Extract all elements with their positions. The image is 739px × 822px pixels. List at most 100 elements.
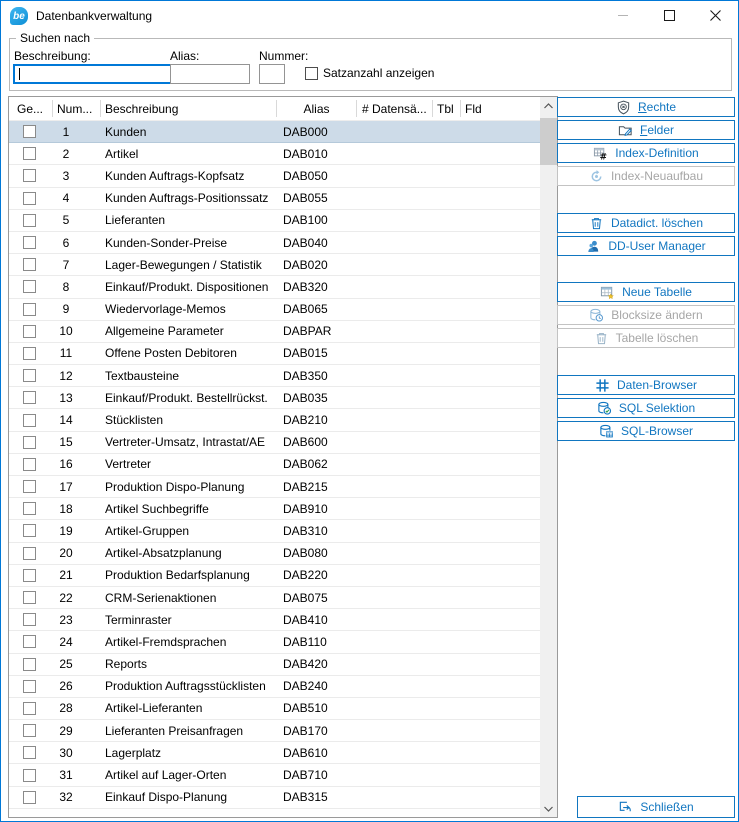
row-checkbox[interactable] [23,125,36,138]
row-checkbox[interactable] [23,391,36,404]
maximize-button[interactable] [646,1,692,30]
table-row[interactable]: 26Produktion AuftragsstücklistenDAB240 [9,676,540,698]
beschreibung-input[interactable] [13,64,172,84]
datadict-loeschen-button[interactable]: Datadict. löschen [557,213,735,233]
row-checkbox[interactable] [23,458,36,471]
column-header-beschreibung[interactable]: Beschreibung [101,100,277,117]
column-header-fld[interactable]: Fld [461,100,491,117]
row-checkbox[interactable] [23,680,36,693]
column-header-gewaehlt[interactable]: Ge... [9,100,53,117]
row-checkbox[interactable] [23,569,36,582]
row-checkbox[interactable] [23,635,36,648]
table-row[interactable]: 10Allgemeine ParameterDABPAR [9,321,540,343]
table-row[interactable]: 2ArtikelDAB010 [9,143,540,165]
row-beschreibung: Einkauf/Produkt. Dispositionen [101,280,277,294]
table-row[interactable]: 3Kunden Auftrags-KopfsatzDAB050 [9,165,540,187]
scroll-up-button[interactable] [540,97,557,114]
row-checkbox[interactable] [23,214,36,227]
row-checkbox[interactable] [23,547,36,560]
table-row[interactable]: 17Produktion Dispo-PlanungDAB215 [9,476,540,498]
sql-browser-button[interactable]: SQL-Browser [557,421,735,441]
folder-edit-icon [618,123,633,138]
table-row[interactable]: 12TextbausteineDAB350 [9,365,540,387]
row-checkbox[interactable] [23,369,36,382]
table-row[interactable]: 20Artikel-AbsatzplanungDAB080 [9,543,540,565]
scrollbar-thumb[interactable] [540,118,557,165]
row-checkbox[interactable] [23,480,36,493]
column-header-alias[interactable]: Alias [277,100,357,117]
close-button[interactable] [692,1,738,30]
table-row[interactable]: 11Offene Posten DebitorenDAB015 [9,343,540,365]
table-row[interactable]: 14StücklistenDAB210 [9,409,540,431]
table-row[interactable]: 25ReportsDAB420 [9,654,540,676]
row-checkbox[interactable] [23,192,36,205]
row-checkbox[interactable] [23,436,36,449]
table-row[interactable]: 28Artikel-LieferantenDAB510 [9,698,540,720]
sql-selektion-button[interactable]: SQL Selektion [557,398,735,418]
index-definition-button[interactable]: #Index-Definition [557,143,735,163]
row-checkbox[interactable] [23,147,36,160]
table-row[interactable]: 24Artikel-FremdsprachenDAB110 [9,631,540,653]
table-row[interactable]: 19Artikel-GruppenDAB310 [9,520,540,542]
row-checkbox[interactable] [23,347,36,360]
alias-input[interactable] [170,64,250,84]
row-checkbox[interactable] [23,280,36,293]
table-row[interactable]: 1KundenDAB000 [9,121,540,143]
row-number: 17 [53,480,101,494]
row-number: 19 [53,524,101,538]
table-row[interactable]: 5LieferantenDAB100 [9,210,540,232]
row-checkbox[interactable] [23,169,36,182]
schliessen-button[interactable]: Schließen [577,796,735,818]
row-checkbox[interactable] [23,502,36,515]
row-checkbox[interactable] [23,724,36,737]
table-row[interactable]: 30LagerplatzDAB610 [9,742,540,764]
table-row[interactable]: 8Einkauf/Produkt. DispositionenDAB320 [9,276,540,298]
search-group-label: Suchen nach [16,31,94,45]
row-checkbox[interactable] [23,746,36,759]
table-row[interactable]: 9Wiedervorlage-MemosDAB065 [9,299,540,321]
table-row[interactable]: 16VertreterDAB062 [9,454,540,476]
row-checkbox[interactable] [23,414,36,427]
row-alias: DAB035 [277,391,357,405]
row-checkbox[interactable] [23,613,36,626]
titlebar[interactable]: be Datenbankverwaltung [1,1,738,31]
table-row[interactable]: 15Vertreter-Umsatz, Intrastat/AEDAB600 [9,432,540,454]
table-row[interactable]: 31Artikel auf Lager-OrtenDAB710 [9,764,540,786]
row-checkbox[interactable] [23,258,36,271]
table-row[interactable]: 32Einkauf Dispo-PlanungDAB315 [9,787,540,809]
row-checkbox[interactable] [23,236,36,249]
row-checkbox[interactable] [23,591,36,604]
vertical-scrollbar[interactable] [540,97,557,817]
table-row[interactable]: 18Artikel SuchbegriffeDAB910 [9,498,540,520]
nummer-input[interactable] [259,64,285,84]
rechte-button[interactable]: Rechte [557,97,735,117]
table-row[interactable]: 13Einkauf/Produkt. Bestellrückst.DAB035 [9,387,540,409]
table-row[interactable]: 21Produktion BedarfsplanungDAB220 [9,565,540,587]
row-checkbox[interactable] [23,325,36,338]
table-row[interactable]: 4Kunden Auftrags-PositionssatzDAB055 [9,188,540,210]
neue-tabelle-button[interactable]: Neue Tabelle [557,282,735,302]
daten-browser-button[interactable]: Daten-Browser [557,375,735,395]
row-checkbox[interactable] [23,791,36,804]
row-number: 7 [53,258,101,272]
row-checkbox[interactable] [23,524,36,537]
table-row[interactable]: 29Lieferanten PreisanfragenDAB170 [9,720,540,742]
table-row[interactable]: 7Lager-Bewegungen / StatistikDAB020 [9,254,540,276]
table-row[interactable]: 6Kunden-Sonder-PreiseDAB040 [9,232,540,254]
column-header-nummer[interactable]: Num... [53,100,101,117]
felder-button[interactable]: Felder [557,120,735,140]
row-checkbox[interactable] [23,658,36,671]
table-row[interactable]: 23TerminrasterDAB410 [9,609,540,631]
scroll-down-button[interactable] [540,800,557,817]
row-checkbox[interactable] [23,303,36,316]
row-checkbox-cell [9,702,53,715]
row-checkbox[interactable] [23,702,36,715]
button-label: SQL-Browser [621,424,693,438]
table-row[interactable]: 22CRM-SerienaktionenDAB075 [9,587,540,609]
satzanzahl-checkbox[interactable] [305,67,318,80]
column-header-tbl[interactable]: Tbl [433,100,461,117]
row-beschreibung: Vertreter-Umsatz, Intrastat/AE [101,435,277,449]
column-header-datensaetze[interactable]: # Datensä... [357,100,433,117]
dd-user-manager-button[interactable]: DD-User Manager [557,236,735,256]
row-checkbox[interactable] [23,769,36,782]
